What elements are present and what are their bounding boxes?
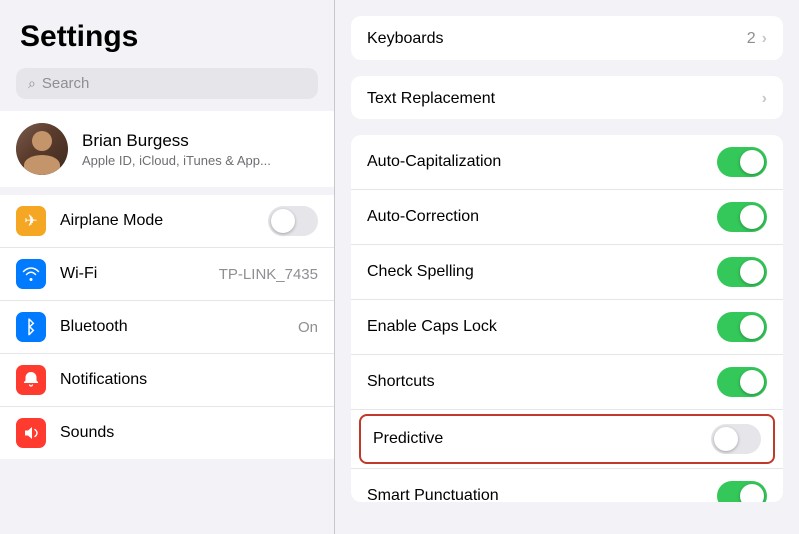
- main-panel: Keyboards 2 › Text Replacement › Auto-Ca…: [335, 0, 799, 534]
- sidebar-item-sounds[interactable]: Sounds: [0, 407, 334, 459]
- search-placeholder: Search: [42, 75, 90, 92]
- enable-caps-lock-toggle[interactable]: [717, 312, 767, 342]
- text-replacement-label: Text Replacement: [367, 90, 762, 108]
- shortcuts-toggle[interactable]: [717, 367, 767, 397]
- settings-row-smart-punctuation[interactable]: Smart Punctuation: [351, 469, 783, 502]
- bluetooth-value: On: [298, 319, 318, 336]
- sidebar-item-bluetooth[interactable]: ᛒ Bluetooth On: [0, 301, 334, 354]
- bluetooth-icon: ᛒ: [16, 312, 46, 342]
- avatar: [16, 123, 68, 175]
- auto-correction-label: Auto-Correction: [367, 208, 717, 226]
- airplane-mode-toggle[interactable]: [268, 206, 318, 236]
- sidebar: Settings ⌕ Search Brian Burgess Apple ID…: [0, 0, 335, 534]
- sidebar-item-airplane-mode[interactable]: ✈ Airplane Mode: [0, 195, 334, 248]
- predictive-toggle[interactable]: [711, 424, 761, 454]
- user-subtitle: Apple ID, iCloud, iTunes & App...: [82, 153, 271, 168]
- sounds-icon: [16, 418, 46, 448]
- smart-punctuation-toggle[interactable]: [717, 481, 767, 502]
- auto-correction-toggle[interactable]: [717, 202, 767, 232]
- settings-row-shortcuts[interactable]: Shortcuts: [351, 355, 783, 410]
- auto-capitalization-toggle[interactable]: [717, 147, 767, 177]
- settings-row-text-replacement[interactable]: Text Replacement ›: [351, 76, 783, 120]
- airplane-mode-icon: ✈: [16, 206, 46, 236]
- user-name: Brian Burgess: [82, 131, 271, 151]
- sidebar-item-notifications[interactable]: Notifications: [0, 354, 334, 407]
- auto-capitalization-label: Auto-Capitalization: [367, 153, 717, 171]
- smart-punctuation-label: Smart Punctuation: [367, 487, 717, 502]
- user-info: Brian Burgess Apple ID, iCloud, iTunes &…: [82, 131, 271, 168]
- wifi-value: TP-LINK_7435: [219, 266, 318, 283]
- settings-row-keyboards[interactable]: Keyboards 2 ›: [351, 16, 783, 60]
- search-icon: ⌕: [28, 75, 36, 92]
- wifi-label: Wi-Fi: [60, 265, 205, 283]
- predictive-label: Predictive: [373, 430, 711, 448]
- enable-caps-lock-label: Enable Caps Lock: [367, 318, 717, 336]
- sounds-label: Sounds: [60, 424, 318, 442]
- search-bar[interactable]: ⌕ Search: [16, 68, 318, 99]
- airplane-mode-label: Airplane Mode: [60, 212, 254, 230]
- keyboards-label: Keyboards: [367, 30, 747, 48]
- settings-row-predictive[interactable]: Predictive: [351, 410, 783, 469]
- keyboards-value: 2: [747, 30, 756, 48]
- sidebar-item-wifi[interactable]: Wi-Fi TP-LINK_7435: [0, 248, 334, 301]
- sidebar-settings-section: ✈ Airplane Mode Wi-Fi TP-LINK_7435 ᛒ Blu…: [0, 195, 334, 459]
- notifications-label: Notifications: [60, 371, 318, 389]
- check-spelling-label: Check Spelling: [367, 263, 717, 281]
- settings-row-enable-caps-lock[interactable]: Enable Caps Lock: [351, 300, 783, 355]
- bluetooth-label: Bluetooth: [60, 318, 284, 336]
- text-replacement-group: Text Replacement ›: [351, 76, 783, 120]
- check-spelling-toggle[interactable]: [717, 257, 767, 287]
- settings-title: Settings: [0, 0, 334, 64]
- user-profile[interactable]: Brian Burgess Apple ID, iCloud, iTunes &…: [0, 111, 334, 187]
- text-replacement-chevron: ›: [762, 90, 767, 108]
- keyboards-chevron: ›: [762, 30, 767, 48]
- toggles-group: Auto-Capitalization Auto-Correction Chec…: [351, 135, 783, 502]
- keyboards-group: Keyboards 2 ›: [351, 16, 783, 60]
- wifi-icon: [16, 259, 46, 289]
- notifications-icon: [16, 365, 46, 395]
- shortcuts-label: Shortcuts: [367, 373, 717, 391]
- settings-row-auto-capitalization[interactable]: Auto-Capitalization: [351, 135, 783, 190]
- settings-row-auto-correction[interactable]: Auto-Correction: [351, 190, 783, 245]
- settings-row-check-spelling[interactable]: Check Spelling: [351, 245, 783, 300]
